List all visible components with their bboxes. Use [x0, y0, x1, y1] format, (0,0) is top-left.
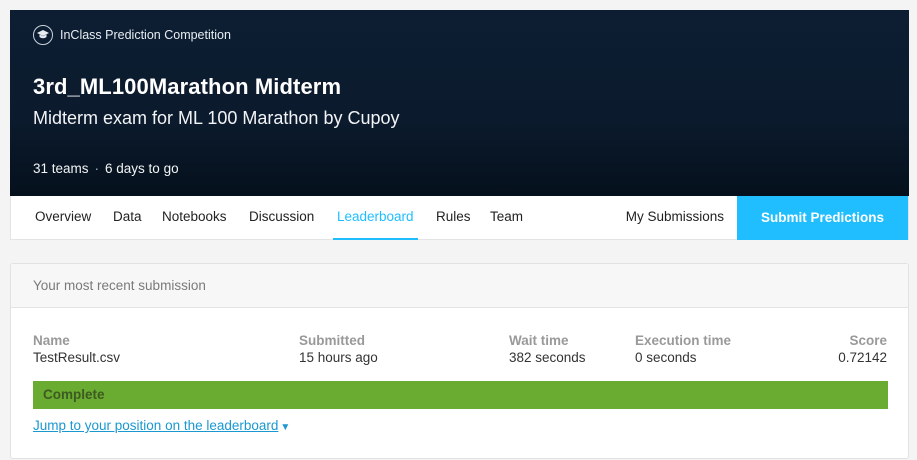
submitted-value: 15 hours ago [299, 350, 378, 365]
competition-tabs: Overview Data Notebooks Discussion Leade… [10, 196, 909, 240]
competition-subtitle: Midterm exam for ML 100 Marathon by Cupo… [33, 108, 400, 128]
competition-type: InClass Prediction Competition [33, 25, 231, 45]
tab-team[interactable]: Team [490, 196, 523, 240]
caret-down-icon: ▼ [280, 422, 291, 433]
status-bar: Complete [33, 381, 888, 409]
competition-type-label: InClass Prediction Competition [60, 28, 231, 42]
submitted-column: Submitted 15 hours ago [299, 333, 378, 365]
execution-time-label: Execution time [635, 333, 732, 348]
wait-time-value: 382 seconds [509, 350, 586, 365]
name-label: Name [33, 333, 70, 348]
execution-time-value: 0 seconds [635, 350, 697, 365]
submitted-label: Submitted [299, 333, 365, 348]
graduation-cap-icon [33, 25, 53, 45]
tab-data[interactable]: Data [113, 196, 142, 240]
tab-leaderboard[interactable]: Leaderboard [333, 196, 418, 240]
wait-time-column: Wait time 382 seconds [509, 333, 586, 365]
meta-separator: · [94, 161, 100, 176]
tab-notebooks[interactable]: Notebooks [162, 196, 227, 240]
jump-link-label: Jump to your position on the leaderboard [33, 418, 279, 433]
team-count: 31 teams [33, 161, 89, 176]
competition-title: 3rd_ML100Marathon Midterm [33, 74, 342, 99]
competition-meta: 31 teams · 6 days to go [33, 161, 179, 176]
wait-time-label: Wait time [509, 333, 569, 348]
tab-rules[interactable]: Rules [436, 196, 471, 240]
name-column: Name TestResult.csv [33, 333, 120, 365]
score-label: Score [849, 333, 887, 348]
score-value: 0.72142 [838, 350, 887, 365]
tab-discussion[interactable]: Discussion [249, 196, 314, 240]
competition-header: InClass Prediction Competition 3rd_ML100… [10, 10, 909, 196]
submit-predictions-button[interactable]: Submit Predictions [737, 196, 908, 240]
my-submissions-link[interactable]: My Submissions [626, 196, 724, 240]
name-value: TestResult.csv [33, 350, 121, 365]
execution-time-column: Execution time 0 seconds [635, 333, 731, 365]
recent-submission-card: Your most recent submission Name TestRes… [10, 263, 909, 459]
card-heading: Your most recent submission [11, 264, 908, 308]
deadline: 6 days to go [105, 161, 179, 176]
score-column: Score 0.72142 [838, 333, 887, 365]
tab-overview[interactable]: Overview [35, 196, 91, 240]
jump-to-leaderboard-link[interactable]: Jump to your position on the leaderboard… [33, 418, 290, 433]
